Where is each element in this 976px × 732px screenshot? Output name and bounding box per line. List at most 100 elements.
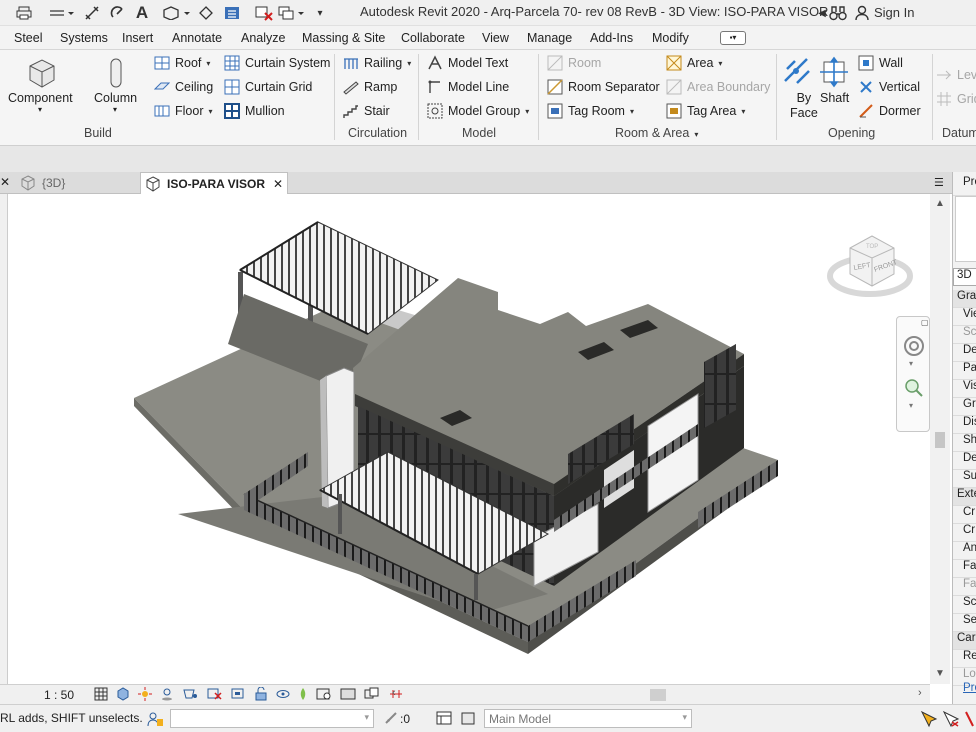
ramp-button[interactable]: Ramp bbox=[343, 77, 397, 97]
scroll-right-arrow-icon[interactable]: › bbox=[918, 687, 922, 699]
editable-only-icon[interactable] bbox=[384, 711, 398, 725]
default-3d-view-icon[interactable] bbox=[162, 3, 192, 23]
prop-row[interactable]: De bbox=[953, 344, 976, 362]
select-underlay-icon[interactable] bbox=[942, 710, 960, 728]
tag-room-button[interactable]: Tag Room ▾ bbox=[547, 101, 634, 121]
chevron-down-icon[interactable]: ▾ bbox=[909, 359, 913, 368]
view-cube-top-face[interactable]: TOP bbox=[866, 244, 878, 250]
prop-row[interactable]: Fa bbox=[953, 560, 976, 578]
temporary-hide-icon[interactable] bbox=[276, 687, 290, 704]
ceiling-button[interactable]: Ceiling bbox=[153, 77, 213, 97]
chevron-down-icon[interactable]: ▾ bbox=[909, 401, 913, 410]
detail-level-icon[interactable] bbox=[94, 687, 108, 704]
roof-button[interactable]: Roof ▾ bbox=[154, 53, 210, 73]
prop-row[interactable]: Vie bbox=[953, 308, 976, 326]
prop-row[interactable]: Re bbox=[953, 650, 976, 668]
scroll-down-arrow-icon[interactable]: ▼ bbox=[935, 668, 945, 679]
thin-lines-icon[interactable] bbox=[222, 3, 242, 23]
grid-button[interactable]: Grid bbox=[936, 89, 976, 109]
type-selector[interactable]: 3D bbox=[953, 268, 976, 286]
chevron-down-icon[interactable]: ▾ bbox=[113, 105, 117, 114]
design-option-dropdown[interactable]: Main Model ▾ bbox=[484, 709, 692, 728]
dormer-button[interactable]: Dormer bbox=[858, 101, 921, 121]
prop-row[interactable]: Fa bbox=[953, 578, 976, 596]
crop-view-icon[interactable] bbox=[206, 687, 222, 704]
unlocked-3d-view-icon[interactable] bbox=[254, 686, 268, 704]
view-cube[interactable]: LEFT FRONT TOP bbox=[826, 224, 916, 304]
scroll-left-arrow-icon[interactable]: ‹ bbox=[392, 687, 396, 699]
reveal-constraints-icon[interactable] bbox=[388, 687, 404, 704]
tab-list-menu-icon[interactable]: ☰ bbox=[934, 176, 944, 189]
curtain-system-button[interactable]: Curtain System bbox=[224, 53, 330, 73]
curtain-grid-button[interactable]: Curtain Grid bbox=[224, 77, 312, 97]
design-options-icon[interactable] bbox=[436, 710, 454, 728]
prop-row[interactable]: Pa bbox=[953, 362, 976, 380]
sun-path-icon[interactable] bbox=[138, 686, 152, 704]
shadows-icon[interactable] bbox=[160, 687, 174, 704]
customize-quick-access-icon[interactable]: ▾ bbox=[310, 3, 330, 23]
aligned-dimension-icon[interactable] bbox=[82, 3, 102, 23]
prop-row[interactable]: Dis bbox=[953, 416, 976, 434]
vertical-scrollbar[interactable]: ▲ ▼ bbox=[930, 194, 950, 684]
tab-insert[interactable]: Insert bbox=[122, 31, 153, 45]
component-button[interactable]: Component bbox=[8, 91, 73, 105]
close-tab-icon[interactable]: ✕ bbox=[273, 177, 283, 191]
scroll-thumb[interactable] bbox=[935, 432, 945, 448]
model-line-button[interactable]: Model Line bbox=[427, 77, 509, 97]
workset-dropdown[interactable]: ▾ bbox=[170, 709, 374, 728]
select-links-icon[interactable] bbox=[920, 710, 938, 728]
prop-row[interactable]: Se bbox=[953, 614, 976, 632]
prop-group-extents[interactable]: Exte bbox=[953, 488, 976, 506]
horizontal-scroll-thumb[interactable] bbox=[650, 689, 666, 701]
highlight-displacement-icon[interactable] bbox=[364, 687, 380, 704]
prop-row[interactable]: Cr bbox=[953, 506, 976, 524]
view-scale[interactable]: 1 : 50 bbox=[44, 688, 74, 702]
model-text-button[interactable]: Model Text bbox=[427, 53, 508, 73]
temporary-view-properties-icon[interactable] bbox=[316, 687, 332, 704]
panel-title-room-area[interactable]: Room & Area ▾ bbox=[615, 126, 698, 140]
tab-systems[interactable]: Systems bbox=[60, 31, 108, 45]
room-button[interactable]: Room bbox=[547, 53, 601, 73]
analytical-model-icon[interactable] bbox=[340, 687, 356, 704]
tag-area-button[interactable]: Tag Area ▾ bbox=[666, 101, 745, 121]
prop-row[interactable]: Gra bbox=[953, 398, 976, 416]
user-icon[interactable] bbox=[852, 3, 872, 23]
reveal-hidden-icon[interactable] bbox=[298, 687, 308, 704]
railing-button[interactable]: Railing ▾ bbox=[343, 53, 411, 73]
prop-row[interactable]: Sc bbox=[953, 326, 976, 344]
sign-in-link[interactable]: Sign In bbox=[874, 5, 914, 20]
measure-between-icon[interactable] bbox=[108, 3, 128, 23]
zoom-icon[interactable] bbox=[903, 377, 925, 399]
tab-analyze[interactable]: Analyze bbox=[241, 31, 285, 45]
mullion-button[interactable]: Mullion bbox=[224, 101, 285, 121]
ribbon-minimize-toggle[interactable]: ▪▾ bbox=[720, 31, 746, 45]
print-icon[interactable] bbox=[14, 3, 34, 23]
view-tab-3d[interactable]: {3D} bbox=[16, 172, 140, 194]
section-icon[interactable] bbox=[196, 3, 216, 23]
area-boundary-button[interactable]: Area Boundary bbox=[666, 77, 770, 97]
level-button[interactable]: Leve bbox=[936, 65, 976, 85]
prop-row[interactable]: An bbox=[953, 542, 976, 560]
scroll-up-arrow-icon[interactable]: ▲ bbox=[935, 198, 945, 209]
view-tab-iso-para-visor[interactable]: ISO-PARA VISOR ✕ bbox=[140, 172, 288, 194]
tab-annotate[interactable]: Annotate bbox=[172, 31, 222, 45]
tab-steel[interactable]: Steel bbox=[14, 31, 43, 45]
area-button[interactable]: Area ▾ bbox=[666, 53, 722, 73]
chevron-down-icon[interactable]: ▾ bbox=[38, 105, 42, 114]
prop-row[interactable]: De bbox=[953, 452, 976, 470]
text-icon[interactable]: A bbox=[132, 3, 152, 23]
tab-massing-site[interactable]: Massing & Site bbox=[302, 31, 385, 45]
stair-button[interactable]: Stair bbox=[343, 101, 390, 121]
visual-style-icon[interactable] bbox=[116, 686, 130, 704]
select-pinned-icon[interactable] bbox=[964, 710, 976, 728]
design-option-set-icon[interactable] bbox=[460, 710, 478, 728]
steering-wheel-icon[interactable] bbox=[903, 335, 925, 357]
prop-group-camera[interactable]: Car bbox=[953, 632, 976, 650]
show-crop-region-icon[interactable] bbox=[230, 687, 246, 704]
by-face-button[interactable]: By Face bbox=[790, 91, 818, 121]
close-icon[interactable]: ✕ bbox=[0, 175, 10, 189]
workset-icon[interactable] bbox=[146, 710, 164, 728]
model-group-button[interactable]: Model Group ▾ bbox=[427, 101, 529, 121]
floor-button[interactable]: Floor ▾ bbox=[154, 101, 213, 121]
prop-group-graphics[interactable]: Gra bbox=[953, 290, 976, 308]
